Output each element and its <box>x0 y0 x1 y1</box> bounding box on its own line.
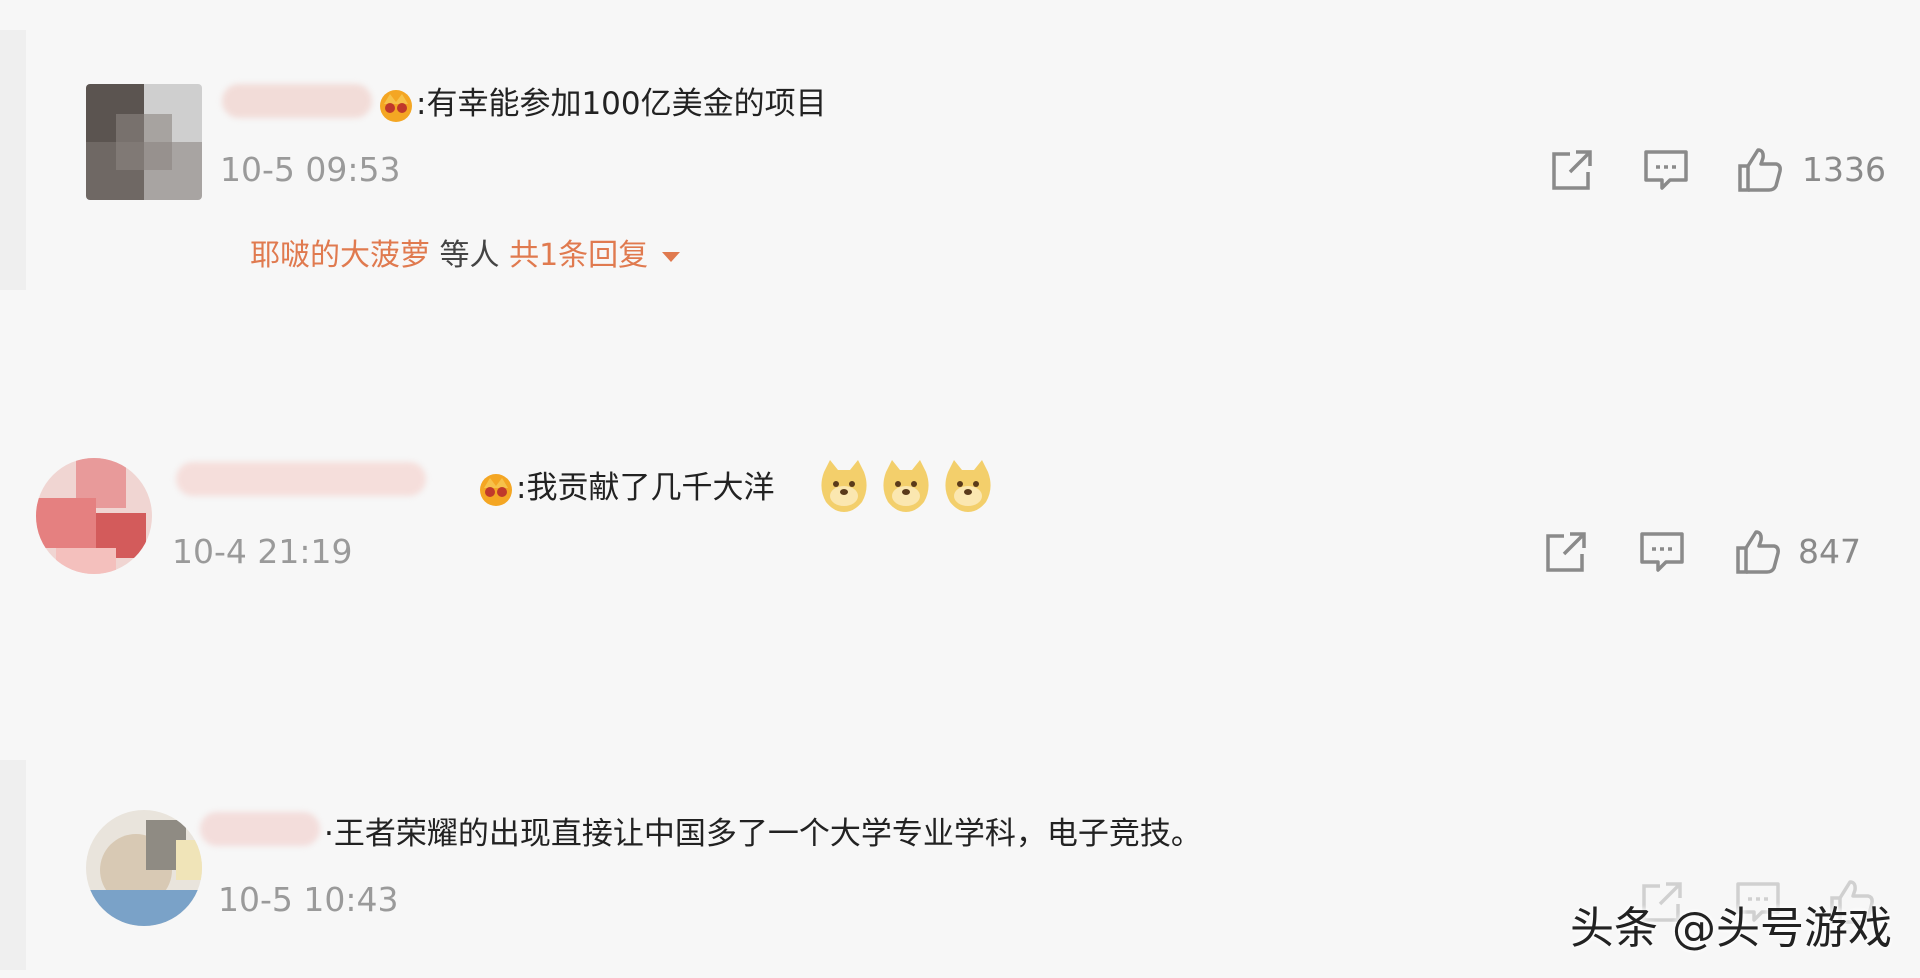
comment-text: ·王者荣耀的出现直接让中国多了一个大学专业学科，电子竞技。 <box>324 816 1202 852</box>
comment-time: 10-5 10:43 <box>218 880 399 919</box>
watermark: 头条 @头号游戏 <box>1570 903 1892 954</box>
blurred-username[interactable] <box>200 812 320 846</box>
comment-item: ·王者荣耀的出现直接让中国多了一个大学专业学科，电子竞技。 10-5 10:43 <box>0 0 1920 978</box>
comment-feed: :有幸能参加100亿美金的项目 10-5 09:53 1336 耶啵的大菠萝 等… <box>0 0 1920 978</box>
avatar[interactable] <box>86 810 202 926</box>
